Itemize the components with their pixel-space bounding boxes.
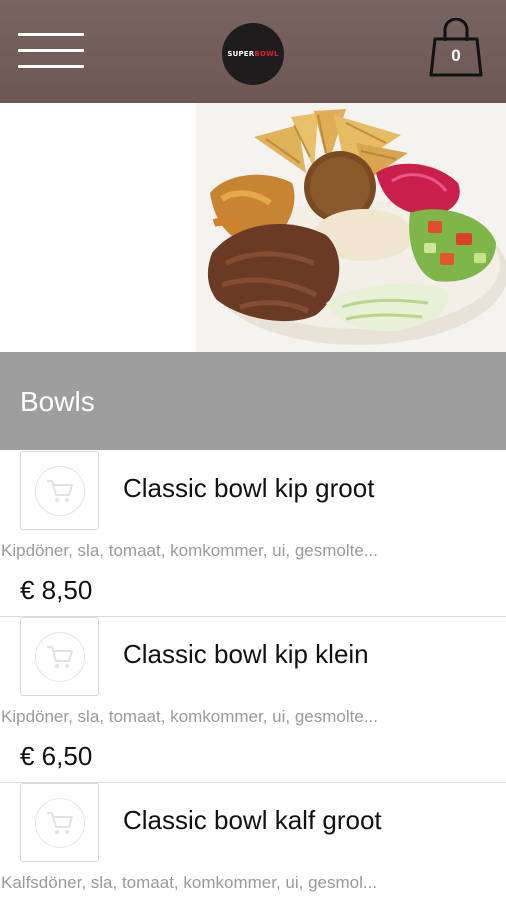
category-title: Bowls — [20, 386, 95, 417]
add-to-cart-button[interactable] — [35, 632, 85, 682]
add-to-cart-button[interactable] — [35, 466, 85, 516]
product-description: Kalfsdöner, sla, tomaat, komkommer, ui, … — [1, 873, 378, 892]
hamburger-menu-icon[interactable] — [18, 31, 84, 71]
cart-button[interactable]: 0 — [428, 18, 484, 78]
product-item[interactable]: Classic bowl kalf groot Kalfsdöner, sla,… — [0, 783, 506, 900]
product-thumbnail[interactable] — [20, 451, 99, 530]
product-item[interactable]: Classic bowl kip klein Kipdöner, sla, to… — [0, 617, 506, 783]
category-header: Bowls — [0, 352, 506, 450]
brand-logo[interactable]: SUPERBOWL — [222, 23, 284, 85]
top-bar: SUPERBOWL 0 — [0, 0, 506, 103]
product-thumbnail[interactable] — [20, 617, 99, 696]
add-to-cart-icon — [47, 646, 73, 668]
product-name[interactable]: Classic bowl kip klein — [123, 639, 369, 670]
product-description: Kipdöner, sla, tomaat, komkommer, ui, ge… — [1, 707, 378, 726]
product-description: Kipdöner, sla, tomaat, komkommer, ui, ge… — [1, 541, 378, 560]
product-price: € 8,50 — [20, 575, 93, 605]
product-thumbnail[interactable] — [20, 783, 99, 862]
product-name[interactable]: Classic bowl kalf groot — [123, 805, 382, 836]
add-to-cart-button[interactable] — [35, 798, 85, 848]
food-bowl-photo — [196, 103, 506, 352]
hero-food-image — [196, 103, 506, 352]
product-price: € 6,50 — [20, 741, 93, 771]
logo-text: SUPERBOWL — [227, 50, 279, 58]
product-item[interactable]: Classic bowl kip groot Kipdöner, sla, to… — [0, 451, 506, 617]
add-to-cart-icon — [47, 812, 73, 834]
add-to-cart-icon — [47, 480, 73, 502]
cart-count-badge: 0 — [451, 46, 461, 65]
product-name[interactable]: Classic bowl kip groot — [123, 473, 374, 504]
